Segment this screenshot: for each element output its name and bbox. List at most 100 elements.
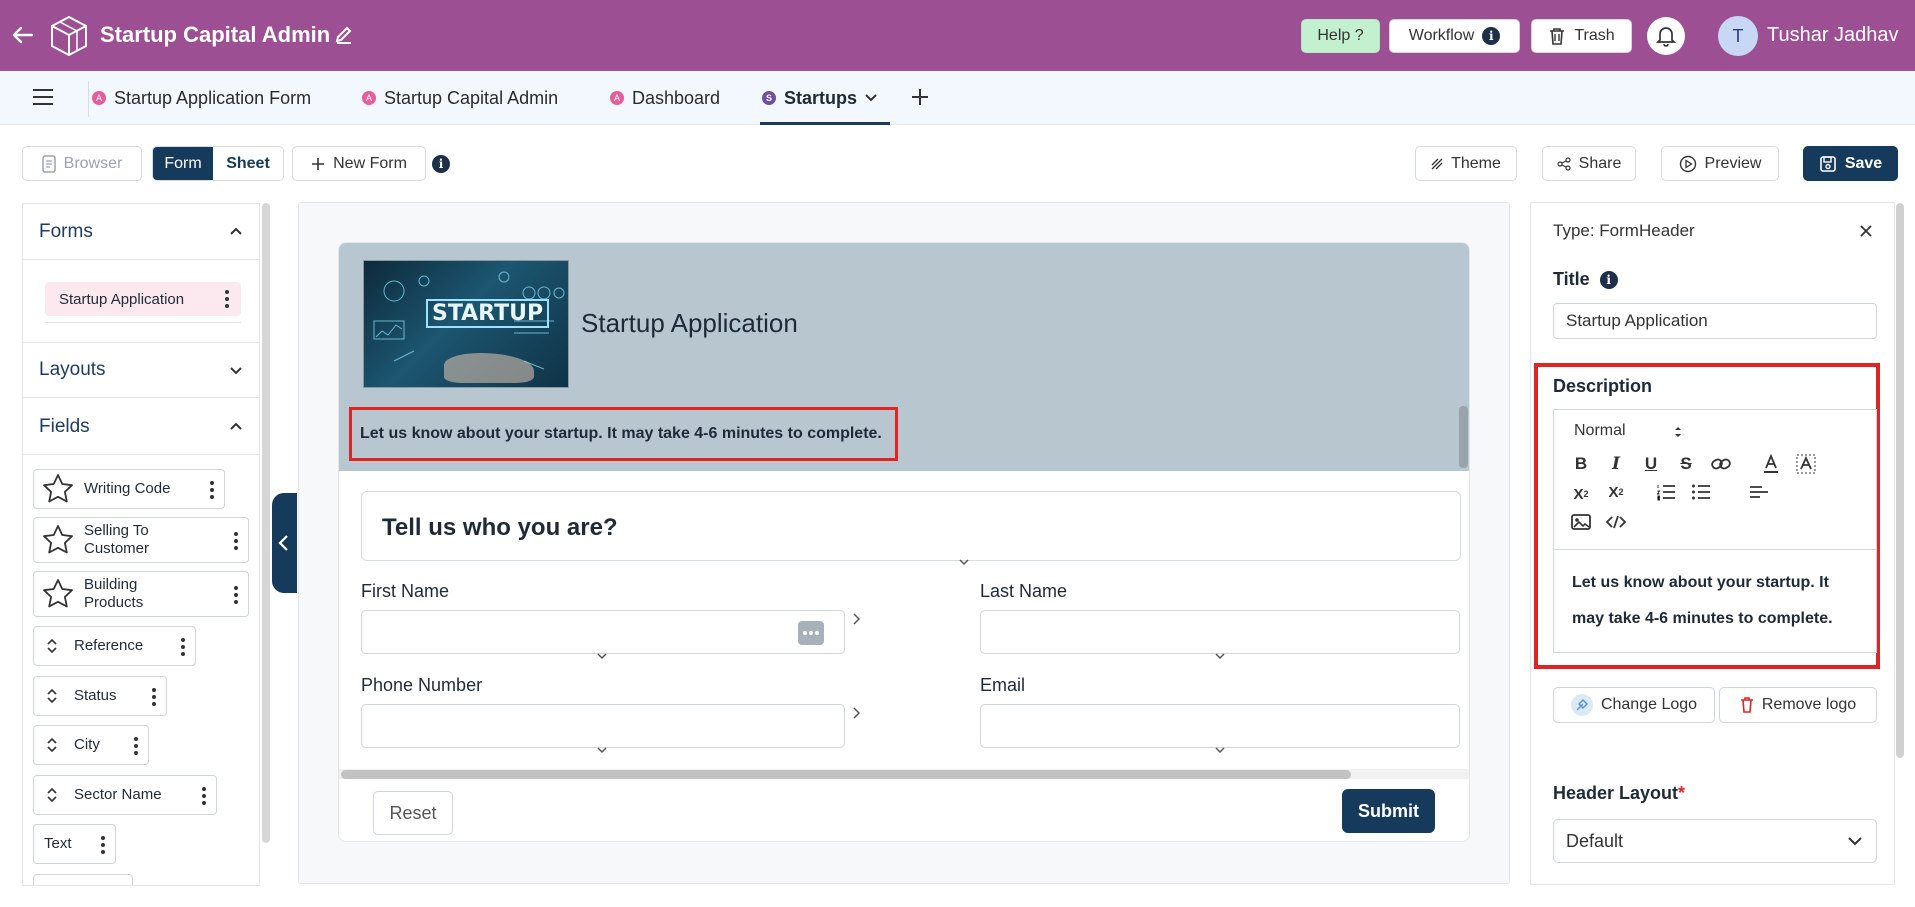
field-chip-reference[interactable]: Reference xyxy=(33,626,196,666)
reset-button[interactable]: Reset xyxy=(373,791,453,835)
avatar[interactable]: T xyxy=(1718,16,1758,56)
more-options-icon[interactable] xyxy=(210,481,214,499)
preview-label: Preview xyxy=(1704,154,1762,172)
chevron-right-icon[interactable] xyxy=(852,613,860,625)
properties-panel-scrollbar[interactable] xyxy=(1896,203,1904,758)
theme-button[interactable]: Theme xyxy=(1415,146,1517,181)
forms-section-header[interactable]: Forms xyxy=(23,204,259,260)
share-icon xyxy=(1557,156,1571,171)
field-chip-partial[interactable] xyxy=(33,874,133,885)
tab-startup-capital-admin[interactable]: A Startup Capital Admin xyxy=(362,84,558,112)
collapse-panel-button[interactable] xyxy=(272,493,297,593)
tab-startup-application-form[interactable]: A Startup Application Form xyxy=(92,84,311,112)
more-options-icon[interactable] xyxy=(202,787,206,805)
chevron-up-icon[interactable] xyxy=(229,224,243,238)
tab-dashboard[interactable]: A Dashboard xyxy=(610,84,720,112)
code-icon[interactable] xyxy=(1605,511,1627,533)
format-select[interactable]: Normal xyxy=(1574,422,1681,444)
fields-section-header[interactable]: Fields xyxy=(23,399,259,455)
editor-content[interactable]: Let us know about your startup. It may t… xyxy=(1572,565,1862,637)
edit-pencil-icon[interactable] xyxy=(334,24,354,44)
first-name-input[interactable] xyxy=(361,610,845,654)
left-panel-scrollbar[interactable] xyxy=(262,203,270,843)
save-icon xyxy=(1820,155,1836,172)
chevron-down-icon[interactable] xyxy=(959,559,969,567)
chevron-down-icon[interactable] xyxy=(229,363,243,377)
bold-icon[interactable]: B xyxy=(1570,453,1592,475)
field-chip-city[interactable]: City xyxy=(33,725,149,765)
close-icon[interactable] xyxy=(1858,223,1874,239)
more-options-icon[interactable] xyxy=(234,532,238,550)
submit-button[interactable]: Submit xyxy=(1342,789,1435,833)
more-options-icon[interactable] xyxy=(152,688,156,706)
chevron-down-icon[interactable] xyxy=(865,94,877,102)
chevron-down-icon[interactable] xyxy=(1215,653,1225,661)
field-chip-selling-to-customer[interactable]: Selling To Customer xyxy=(33,517,249,563)
save-button[interactable]: Save xyxy=(1803,146,1898,181)
chevron-down-icon[interactable] xyxy=(1215,747,1225,755)
subscript-icon[interactable]: X2 xyxy=(1570,483,1592,505)
new-form-button[interactable]: New Form xyxy=(292,146,426,181)
more-options-icon[interactable] xyxy=(234,586,238,604)
last-name-input[interactable] xyxy=(980,610,1460,654)
image-icon[interactable] xyxy=(1570,511,1592,533)
browser-button[interactable]: Browser xyxy=(22,146,142,181)
text-color-icon[interactable] xyxy=(1760,453,1782,475)
horizontal-scrollbar[interactable] xyxy=(341,770,1351,779)
chevron-down-icon[interactable] xyxy=(597,653,607,661)
background-color-icon[interactable] xyxy=(1795,453,1817,475)
field-label: Text xyxy=(44,835,72,852)
sheet-view-button[interactable]: Sheet xyxy=(213,147,283,180)
share-button[interactable]: Share xyxy=(1542,146,1636,181)
header-scrollbar[interactable] xyxy=(1459,406,1468,468)
field-chip-writing-code[interactable]: Writing Code xyxy=(33,469,225,509)
form-title[interactable]: Startup Application xyxy=(581,308,798,339)
form-header[interactable]: STARTUP Startup Application Let us know … xyxy=(339,243,1469,471)
form-description-highlighted[interactable]: Let us know about your startup. It may t… xyxy=(349,407,898,461)
more-icon[interactable] xyxy=(798,621,824,645)
more-options-icon[interactable] xyxy=(134,737,138,755)
chevron-down-icon[interactable] xyxy=(597,747,607,755)
remove-logo-button[interactable]: Remove logo xyxy=(1719,687,1877,723)
bell-icon[interactable] xyxy=(1647,17,1685,55)
change-logo-button[interactable]: Change Logo xyxy=(1553,687,1715,723)
header-logo-image[interactable]: STARTUP xyxy=(363,260,569,388)
phone-number-input[interactable] xyxy=(361,704,845,748)
chevron-right-icon[interactable] xyxy=(852,707,860,719)
title-input[interactable]: Startup Application xyxy=(1553,303,1877,339)
chevron-up-icon[interactable] xyxy=(229,419,243,433)
email-input[interactable] xyxy=(980,704,1460,748)
back-arrow-icon[interactable] xyxy=(10,22,36,48)
bullet-list-icon[interactable] xyxy=(1690,481,1712,503)
field-chip-building-products[interactable]: Building Products xyxy=(33,571,249,617)
italic-icon[interactable]: I xyxy=(1605,453,1627,475)
more-options-icon[interactable] xyxy=(225,290,229,308)
info-icon[interactable]: i xyxy=(1599,270,1618,289)
link-icon[interactable] xyxy=(1710,453,1732,475)
workflow-button[interactable]: Workflow i xyxy=(1389,19,1520,53)
editor-toolbar: Normal B I U S X2 X2 xyxy=(1554,410,1876,550)
more-options-icon[interactable] xyxy=(101,836,105,854)
more-options-icon[interactable] xyxy=(181,638,185,656)
field-chip-text[interactable]: Text xyxy=(33,824,116,864)
field-chip-sector-name[interactable]: Sector Name xyxy=(33,775,217,815)
layouts-section-header[interactable]: Layouts xyxy=(23,342,259,398)
add-tab-icon[interactable] xyxy=(910,83,936,111)
form-view-button[interactable]: Form xyxy=(153,147,213,180)
preview-button[interactable]: Preview xyxy=(1661,146,1779,181)
ordered-list-icon[interactable] xyxy=(1655,481,1677,503)
header-layout-select[interactable]: Default xyxy=(1553,819,1877,863)
field-chip-status[interactable]: Status xyxy=(33,676,167,716)
underline-icon[interactable]: U xyxy=(1640,453,1662,475)
section-box[interactable]: Tell us who you are? xyxy=(361,491,1461,561)
info-icon[interactable]: i xyxy=(432,155,450,173)
trash-button[interactable]: Trash xyxy=(1531,19,1632,53)
superscript-icon[interactable]: X2 xyxy=(1605,481,1627,503)
tab-startups[interactable]: S Startups xyxy=(762,84,877,112)
user-name[interactable]: Tushar Jadhav xyxy=(1767,24,1899,47)
form-list-item[interactable]: Startup Application xyxy=(45,282,241,316)
align-left-icon[interactable] xyxy=(1748,481,1770,503)
hamburger-menu-icon[interactable] xyxy=(32,87,54,107)
help-button[interactable]: Help ? xyxy=(1301,19,1380,53)
strikethrough-icon[interactable]: S xyxy=(1675,453,1697,475)
